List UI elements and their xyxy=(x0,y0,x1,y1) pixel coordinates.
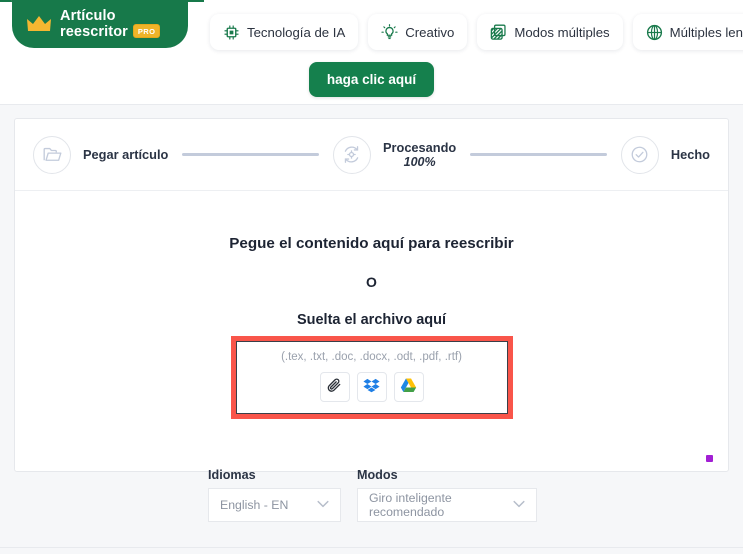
pill-creative[interactable]: Creativo xyxy=(368,14,468,50)
supported-extensions-hint: (.tex, .txt, .doc, .docx, .odt, .pdf, .r… xyxy=(281,351,462,363)
pill-label: Múltiples lenguas xyxy=(669,24,743,40)
dropzone-subtitle: Suelta el archivo aquí xyxy=(296,312,447,328)
file-upload-box-highlight: (.tex, .txt, .doc, .docx, .odt, .pdf, .r… xyxy=(230,336,513,419)
mode-select[interactable]: Giro inteligente recomendado xyxy=(357,488,537,522)
pill-ai-technology[interactable]: Tecnología de IA xyxy=(210,14,359,50)
paperclip-icon xyxy=(326,377,343,397)
step-label: Procesando xyxy=(382,139,457,155)
main-card: Pegar artículo Procesando 100% Hecho Peg… xyxy=(14,118,729,472)
pill-multiple-languages[interactable]: Múltiples lenguas xyxy=(632,14,743,50)
mode-control: Modos Giro inteligente recomendado xyxy=(357,468,537,522)
brand-tab[interactable]: Artículo reescritor PRO xyxy=(0,0,204,48)
step-connector-2 xyxy=(470,153,607,156)
layers-icon xyxy=(490,24,507,41)
step-label: Pegar artículo xyxy=(83,147,169,162)
click-here-button[interactable]: haga clic aquí xyxy=(308,62,435,97)
purple-marker-dot xyxy=(706,455,713,462)
pro-badge: PRO xyxy=(132,24,161,38)
pill-label: Tecnología de IA xyxy=(247,24,346,40)
feature-pill-list: Tecnología de IA Creativo Modos múltiple… xyxy=(210,14,743,50)
chevron-down-icon xyxy=(315,496,331,515)
pill-label: Modos múltiples xyxy=(514,24,610,40)
globe-icon xyxy=(646,24,663,41)
top-header-bar: Artículo reescritor PRO Tecnología de IA… xyxy=(0,0,743,105)
google-drive-button[interactable] xyxy=(393,372,424,402)
step-paste-article[interactable]: Pegar artículo xyxy=(33,135,169,174)
processing-icon xyxy=(332,135,371,174)
app-root: Artículo reescritor PRO Tecnología de IA… xyxy=(0,0,743,554)
page-bottom-divider xyxy=(0,547,743,548)
step-processing[interactable]: Procesando 100% xyxy=(332,135,457,174)
content-dropzone[interactable]: Pegue el contenido aquí para reescribir … xyxy=(15,191,728,471)
dropzone-title: Pegue el contenido aquí para reescribir xyxy=(229,235,514,252)
chevron-down-icon xyxy=(511,496,527,515)
attach-file-button[interactable] xyxy=(319,372,350,402)
file-upload-box[interactable]: (.tex, .txt, .doc, .docx, .odt, .pdf, .r… xyxy=(235,341,508,414)
pill-label: Creativo xyxy=(405,24,455,40)
folder-icon xyxy=(33,135,71,174)
progress-stepper: Pegar artículo Procesando 100% Hecho xyxy=(15,119,728,191)
crown-icon xyxy=(26,14,52,34)
step-connector-1 xyxy=(182,153,319,156)
dropbox-icon xyxy=(363,377,380,397)
dropbox-button[interactable] xyxy=(356,372,387,402)
dropzone-or-separator: O xyxy=(366,274,377,290)
language-control: Idiomas English - EN xyxy=(208,468,341,522)
step-progress-percent: 100% xyxy=(403,154,436,169)
language-value: English - EN xyxy=(220,498,289,512)
upload-source-buttons xyxy=(237,372,507,402)
ai-chip-icon xyxy=(223,24,240,41)
pill-multiple-modes[interactable]: Modos múltiples xyxy=(477,14,623,50)
check-circle-icon xyxy=(620,135,659,174)
google-drive-icon xyxy=(400,377,417,397)
language-select[interactable]: English - EN xyxy=(208,488,341,522)
lightbulb-icon xyxy=(381,23,398,41)
brand-line-1: Artículo xyxy=(60,8,116,24)
mode-value: Giro inteligente recomendado xyxy=(369,491,452,519)
cta-container: haga clic aquí xyxy=(0,62,743,97)
bottom-controls: Idiomas English - EN Modos Giro intelige… xyxy=(208,468,537,522)
mode-label: Modos xyxy=(357,468,398,482)
step-done[interactable]: Hecho xyxy=(620,135,710,174)
language-label: Idiomas xyxy=(208,468,256,482)
brand-line-2: reescritor xyxy=(60,24,128,40)
step-label: Hecho xyxy=(670,147,710,162)
